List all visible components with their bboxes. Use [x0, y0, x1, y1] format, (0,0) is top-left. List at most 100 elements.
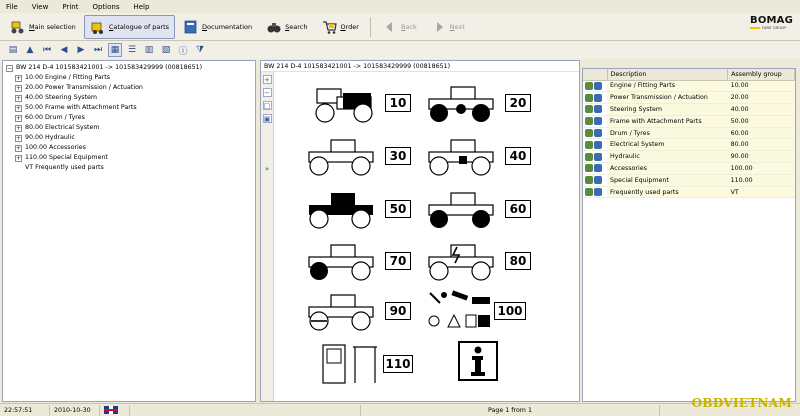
tree-node-label: 40.00 Steering System: [25, 94, 98, 101]
expand-icon[interactable]: +: [15, 94, 22, 102]
row-description: Special Equipment: [607, 174, 728, 187]
zoom-fit-icon[interactable]: □: [262, 101, 272, 110]
row-icons: [585, 164, 602, 173]
tree-node-100[interactable]: +100.00 Accessories: [6, 143, 252, 153]
back-button[interactable]: Back: [376, 15, 423, 39]
roller-icon: [308, 139, 374, 176]
expand-icon[interactable]: +: [15, 134, 22, 142]
next-page-icon[interactable]: ▶: [74, 43, 88, 57]
tree-node-90[interactable]: +90.00 Hydraulic: [6, 133, 252, 143]
expand-icon[interactable]: +: [15, 84, 22, 92]
tree-node-60[interactable]: +60.00 Drum / Tyres: [6, 113, 252, 123]
menu-help[interactable]: Help: [133, 3, 149, 11]
group-tile-70[interactable]: 70: [303, 241, 411, 281]
roller-drum-icon: [428, 192, 494, 228]
row-group: VT: [727, 186, 795, 199]
menu-print[interactable]: Print: [62, 3, 78, 11]
catalogue-button[interactable]: Catalogue of parts: [83, 14, 176, 39]
tree-node-80[interactable]: +80.00 Electrical System: [6, 123, 252, 133]
group-tile-40[interactable]: 40: [423, 136, 531, 176]
logo-bar: [750, 27, 760, 29]
menu-file[interactable]: File: [6, 3, 18, 11]
row-group: 10.00: [727, 80, 795, 93]
table-row[interactable]: Accessories 100.00: [583, 162, 795, 175]
expand-icon[interactable]: +: [15, 124, 22, 132]
expand-icon[interactable]: +: [15, 154, 22, 162]
status-language[interactable]: [100, 404, 130, 416]
tile-number: 10: [385, 94, 411, 112]
expand-icon[interactable]: +: [15, 114, 22, 122]
table-row[interactable]: Steering System 40.00: [583, 103, 795, 116]
uk-flag-icon: [104, 406, 118, 414]
table-row[interactable]: Engine / Fitting Parts 10.00: [583, 80, 795, 93]
info-icon: [594, 129, 602, 138]
tile-number: 90: [385, 302, 411, 320]
group-tile-30[interactable]: 30: [303, 136, 411, 176]
table-row[interactable]: Frame with Attachment Parts 50.00: [583, 115, 795, 128]
menu-view[interactable]: View: [32, 3, 49, 11]
tree-root[interactable]: − BW 214 D-4 101583421001 -> 101583429999…: [6, 63, 252, 73]
group-tile-80[interactable]: 80: [423, 241, 531, 281]
zoom-out-icon[interactable]: −: [262, 88, 272, 97]
table-row[interactable]: Special Equipment 110.00: [583, 174, 795, 187]
parts-icon: [585, 129, 593, 138]
group-tile-60[interactable]: 60: [423, 189, 531, 229]
tree-node-40[interactable]: +40.00 Steering System: [6, 93, 252, 103]
assembly-group-column-header[interactable]: Assembly group: [727, 69, 795, 81]
tree-node-110[interactable]: +110.00 Special Equipment: [6, 153, 252, 163]
tree-node-label: 50.00 Frame with Attachment Parts: [25, 104, 137, 111]
tree-node-10[interactable]: +10.00 Engine / Fitting Parts: [6, 73, 252, 83]
last-page-icon[interactable]: ⏭: [91, 43, 105, 57]
next-button[interactable]: Next: [425, 15, 471, 39]
row-description: Electrical System: [607, 138, 728, 152]
group-tile-20[interactable]: 20: [423, 83, 531, 123]
tree-node-label: 10.00 Engine / Fitting Parts: [25, 74, 111, 81]
group-tile-10[interactable]: 10: [303, 83, 411, 123]
folder-open-icon[interactable]: ▤: [6, 43, 20, 57]
expand-icon[interactable]: +: [15, 104, 22, 112]
info-tile[interactable]: [458, 341, 498, 381]
description-column-header[interactable]: Description: [607, 69, 729, 81]
table-row[interactable]: Drum / Tyres 60.00: [583, 127, 795, 140]
back-arrow-icon: [382, 19, 398, 35]
previous-page-icon[interactable]: ◀: [57, 43, 71, 57]
view-tree-icon[interactable]: ▦: [108, 43, 122, 57]
expand-icon[interactable]: +: [15, 74, 22, 82]
first-page-icon[interactable]: ⏮: [40, 43, 54, 57]
group-tile-90[interactable]: 90: [303, 291, 411, 331]
collapse-icon[interactable]: −: [6, 64, 13, 72]
filter-icon[interactable]: ⧩: [193, 43, 207, 57]
table-row[interactable]: Frequently used parts VT: [583, 186, 795, 199]
expand-panel-icon[interactable]: »: [263, 165, 272, 174]
view-list-icon[interactable]: ☰: [125, 43, 139, 57]
toolbar-separator: [369, 16, 371, 37]
zoom-window-icon[interactable]: ▣: [262, 114, 272, 123]
table-row[interactable]: Hydraulic 90.00: [583, 150, 795, 164]
roller-steering-icon: [428, 139, 494, 176]
order-button[interactable]: Order: [316, 15, 365, 39]
documentation-button[interactable]: Documentation: [177, 15, 258, 39]
group-tile-110[interactable]: 110: [319, 341, 413, 387]
expand-icon[interactable]: +: [15, 144, 22, 152]
table-row[interactable]: Electrical System 80.00: [583, 138, 795, 152]
menu-bar: File View Print Options Help: [0, 0, 800, 13]
up-arrow-icon[interactable]: ▲: [23, 43, 37, 57]
main-selection-button[interactable]: Main selection: [4, 15, 82, 39]
table-row[interactable]: Power Transmission / Actuation 20.00: [583, 91, 795, 105]
row-group: 40.00: [727, 103, 795, 116]
menu-options[interactable]: Options: [92, 3, 119, 11]
tree-node-20[interactable]: +20.00 Power Transmission / Actuation: [6, 83, 252, 93]
group-tile-100[interactable]: 100: [426, 289, 526, 333]
info-icon[interactable]: ⓘ: [176, 43, 190, 57]
view-split-icon[interactable]: ▧: [159, 43, 173, 57]
zoom-in-icon[interactable]: +: [262, 75, 272, 84]
search-button[interactable]: Search: [260, 15, 313, 39]
order-label: Order: [340, 22, 359, 31]
tree-node-50[interactable]: +50.00 Frame with Attachment Parts: [6, 103, 252, 113]
view-detail-icon[interactable]: ▥: [142, 43, 156, 57]
group-tile-50[interactable]: 50: [303, 189, 411, 229]
secondary-toolbar: ▤ ▲ ⏮ ◀ ▶ ⏭ ▦ ☰ ▥ ▧ ⓘ ⧩: [0, 41, 800, 59]
tree-node-vt[interactable]: VT Frequently used parts: [6, 163, 252, 173]
book-icon: [183, 19, 199, 35]
cab-icon: [322, 344, 377, 384]
